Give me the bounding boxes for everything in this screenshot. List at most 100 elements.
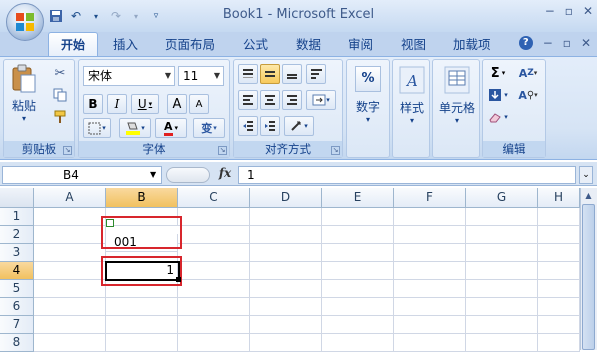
cell-h6[interactable] (538, 298, 580, 316)
office-button[interactable] (6, 3, 44, 41)
column-header-a[interactable]: A (34, 188, 106, 208)
cell-c5[interactable] (178, 280, 250, 298)
cell-e3[interactable] (322, 244, 394, 262)
cell-f2[interactable] (394, 226, 466, 244)
underline-button[interactable]: U ▾ (131, 94, 159, 114)
cell-c3[interactable] (178, 244, 250, 262)
cell-h1[interactable] (538, 208, 580, 226)
align-center-icon[interactable] (260, 90, 280, 110)
formula-input[interactable]: 1 (238, 166, 576, 184)
ribbon-close-button[interactable]: ✕ (581, 36, 591, 50)
align-top-icon[interactable] (238, 64, 258, 84)
cell-a2[interactable] (34, 226, 106, 244)
cell-b8[interactable] (106, 334, 178, 352)
row-header-2[interactable]: 2 (0, 226, 34, 244)
paste-button[interactable]: 粘贴 ▾ (8, 64, 40, 123)
cell-h4[interactable] (538, 262, 580, 280)
phonetic-button[interactable]: 变 ▾ (193, 118, 225, 138)
tab-view[interactable]: 视图 (401, 36, 426, 56)
format-painter-icon[interactable] (50, 108, 70, 126)
cell-b6[interactable] (106, 298, 178, 316)
increase-indent-icon[interactable] (260, 116, 280, 136)
cell-c2[interactable] (178, 226, 250, 244)
cell-f5[interactable] (394, 280, 466, 298)
fill-color-button[interactable]: ▾ (119, 118, 151, 138)
cell-f7[interactable] (394, 316, 466, 334)
row-header-6[interactable]: 6 (0, 298, 34, 316)
sort-filter-button[interactable]: A Z ▾ (513, 64, 543, 82)
row-header-7[interactable]: 7 (0, 316, 34, 334)
formula-bar-splitter[interactable] (166, 167, 210, 183)
cell-a3[interactable] (34, 244, 106, 262)
vertical-scroll-thumb[interactable] (582, 204, 595, 350)
italic-button[interactable]: I (107, 94, 127, 114)
column-header-g[interactable]: G (466, 188, 538, 208)
row-header-4[interactable]: 4 (0, 262, 34, 280)
cell-f3[interactable] (394, 244, 466, 262)
cell-d2[interactable] (250, 226, 322, 244)
clipboard-launcher-icon[interactable]: ↘ (63, 146, 72, 155)
grow-font-button[interactable]: A (167, 94, 187, 114)
cell-d7[interactable] (250, 316, 322, 334)
cell-e2[interactable] (322, 226, 394, 244)
align-bottom-icon[interactable] (282, 64, 302, 84)
select-all-button[interactable] (0, 188, 34, 208)
tab-insert[interactable]: 插入 (113, 36, 138, 56)
cell-a8[interactable] (34, 334, 106, 352)
cell-e1[interactable] (322, 208, 394, 226)
insert-function-button[interactable]: fx (214, 163, 236, 183)
cell-e4[interactable] (322, 262, 394, 280)
cell-e8[interactable] (322, 334, 394, 352)
tab-data[interactable]: 数据 (296, 36, 321, 56)
align-left-icon[interactable] (238, 90, 258, 110)
cell-e5[interactable] (322, 280, 394, 298)
cell-h2[interactable] (538, 226, 580, 244)
paste-dropdown-icon[interactable]: ▾ (8, 114, 40, 123)
cell-a7[interactable] (34, 316, 106, 334)
number-format-button[interactable]: % 数字 ▾ (351, 64, 385, 124)
font-color-button[interactable]: A ▾ (155, 118, 187, 138)
row-header-5[interactable]: 5 (0, 280, 34, 298)
cell-f6[interactable] (394, 298, 466, 316)
fill-handle[interactable] (176, 277, 181, 282)
column-header-h[interactable]: H (538, 188, 580, 208)
tab-addins[interactable]: 加载项 (453, 36, 491, 56)
clear-button[interactable]: ▾ (485, 108, 511, 126)
cell-h3[interactable] (538, 244, 580, 262)
cell-g1[interactable] (466, 208, 538, 226)
cell-d6[interactable] (250, 298, 322, 316)
cell-e7[interactable] (322, 316, 394, 334)
tab-formulas[interactable]: 公式 (243, 36, 268, 56)
cell-g8[interactable] (466, 334, 538, 352)
tab-home[interactable]: 开始 (48, 32, 98, 58)
find-select-button[interactable]: A ⚲ ▾ (513, 86, 543, 104)
cell-d8[interactable] (250, 334, 322, 352)
alignment-launcher-icon[interactable]: ↘ (331, 146, 340, 155)
fill-button[interactable]: ▾ (485, 86, 511, 104)
name-box[interactable]: B4 (2, 166, 162, 184)
cell-f4[interactable] (394, 262, 466, 280)
column-header-e[interactable]: E (322, 188, 394, 208)
column-header-f[interactable]: F (394, 188, 466, 208)
cell-c8[interactable] (178, 334, 250, 352)
bold-button[interactable]: B (83, 94, 103, 114)
scroll-up-icon[interactable]: ▲ (580, 188, 597, 204)
cell-a5[interactable] (34, 280, 106, 298)
column-header-d[interactable]: D (250, 188, 322, 208)
close-button[interactable]: ✕ (583, 4, 593, 18)
wrap-text-icon[interactable] (306, 64, 326, 84)
cell-g4[interactable] (466, 262, 538, 280)
cell-g7[interactable] (466, 316, 538, 334)
cell-c1[interactable] (178, 208, 250, 226)
cell-f8[interactable] (394, 334, 466, 352)
help-icon[interactable]: ? (518, 36, 533, 50)
cell-a4[interactable] (34, 262, 106, 280)
cell-c6[interactable] (178, 298, 250, 316)
borders-button[interactable]: ▾ (83, 118, 111, 138)
cell-a1[interactable] (34, 208, 106, 226)
font-name-combo[interactable]: 宋体 ▼ (83, 66, 175, 86)
cell-c7[interactable] (178, 316, 250, 334)
ribbon-restore-button[interactable]: ▫ (563, 36, 571, 50)
row-header-3[interactable]: 3 (0, 244, 34, 262)
styles-button[interactable]: A 样式 ▾ (395, 64, 429, 125)
